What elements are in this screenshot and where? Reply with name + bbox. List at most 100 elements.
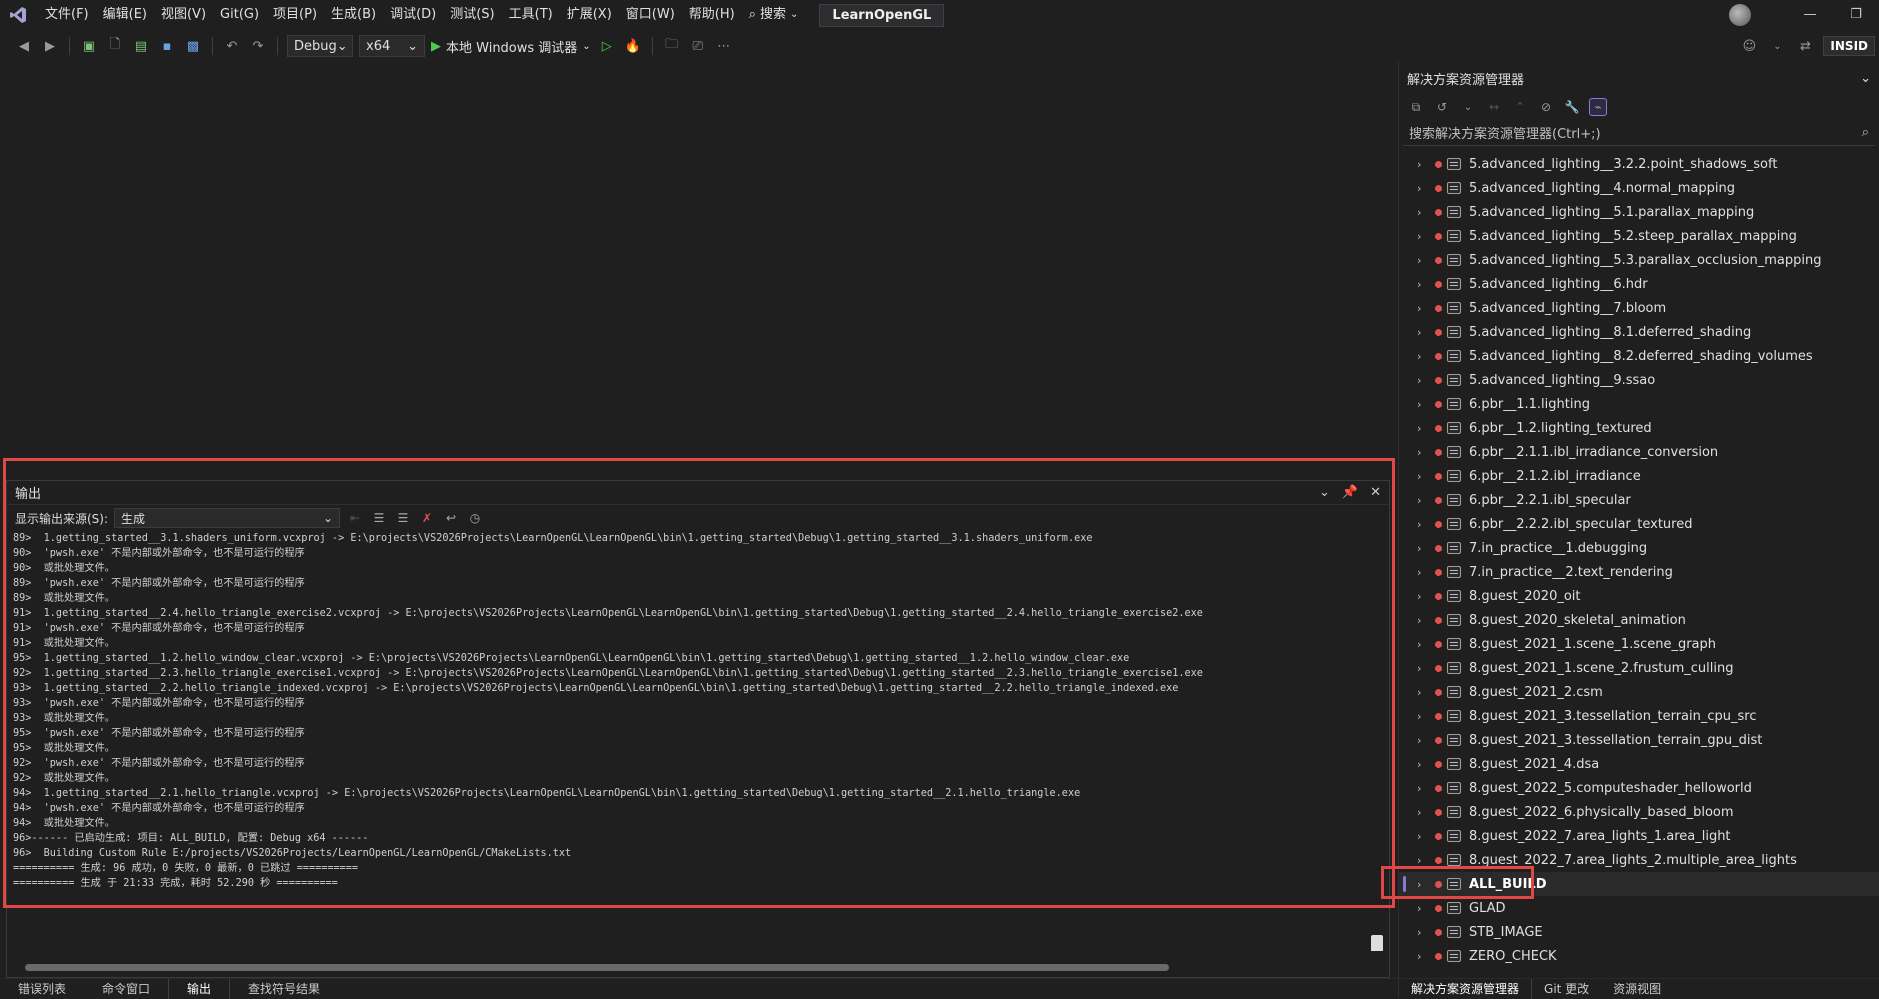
chevron-right-icon[interactable]: › (1417, 710, 1431, 723)
next-message-icon[interactable]: ☰ (394, 509, 412, 527)
menu-item[interactable]: 帮助(H) (682, 0, 742, 30)
vertical-scrollbar-thumb[interactable] (1371, 935, 1383, 951)
start-debugging-button[interactable]: ▶ 本地 Windows 调试器 ⌄ (431, 37, 591, 56)
find-in-files-icon[interactable]: 🗀 (662, 36, 682, 56)
live-share-icon[interactable]: ⇄ (1795, 36, 1815, 56)
chevron-right-icon[interactable]: › (1417, 158, 1431, 171)
solution-tree-item[interactable]: › 5.advanced_lighting__5.3.parallax_occlu… (1399, 248, 1879, 272)
device-icon[interactable]: ⎚ (688, 36, 708, 56)
solution-tree-item[interactable]: › 7.in_practice__2.text_rendering (1399, 560, 1879, 584)
menu-item[interactable]: 生成(B) (324, 0, 383, 30)
bottom-tab[interactable]: 输出 (168, 978, 231, 999)
solution-tree-item[interactable]: › 7.in_practice__1.debugging (1399, 536, 1879, 560)
solution-tree-item[interactable]: › 8.guest_2021_3.tessellation_terrain_cpu… (1399, 704, 1879, 728)
insiders-badge[interactable]: INSID (1823, 36, 1875, 56)
solution-tree-item[interactable]: › STB_IMAGE (1399, 920, 1879, 944)
chevron-right-icon[interactable]: › (1417, 374, 1431, 387)
menu-item[interactable]: 文件(F) (38, 0, 96, 30)
search-menu[interactable]: ⌕ 搜索 ⌄ (742, 0, 806, 30)
solution-tree-item[interactable]: › 8.guest_2021_3.tessellation_terrain_gpu… (1399, 728, 1879, 752)
chevron-right-icon[interactable]: › (1417, 806, 1431, 819)
chevron-right-icon[interactable]: › (1417, 734, 1431, 747)
solution-tree-item[interactable]: › 8.guest_2022_7.area_lights_1.area_light (1399, 824, 1879, 848)
chevron-right-icon[interactable]: › (1417, 422, 1431, 435)
solution-tree-item[interactable]: › 6.pbr__2.2.1.ibl_specular (1399, 488, 1879, 512)
chevron-right-icon[interactable]: › (1417, 350, 1431, 363)
chevron-right-icon[interactable]: › (1417, 830, 1431, 843)
solution-tree-item[interactable]: › 5.advanced_lighting__4.normal_mapping (1399, 176, 1879, 200)
menu-item[interactable]: Git(G) (213, 0, 266, 30)
chevron-down-icon[interactable]: ⌄ (1767, 36, 1787, 56)
menu-item[interactable]: 扩展(X) (560, 0, 619, 30)
pin-icon[interactable]: 📌 (1342, 485, 1358, 500)
solution-tree-item[interactable]: › 8.guest_2021_4.dsa (1399, 752, 1879, 776)
dropdown-icon[interactable]: ⌄ (1319, 485, 1330, 500)
solution-tree-item[interactable]: › 6.pbr__2.2.2.ibl_specular_textured (1399, 512, 1879, 536)
chevron-right-icon[interactable]: › (1417, 470, 1431, 483)
solution-search-input[interactable]: 搜索解决方案资源管理器(Ctrl+;) ⌕ (1403, 120, 1875, 146)
chevron-right-icon[interactable]: › (1417, 326, 1431, 339)
sync-view-icon[interactable]: ⧉ (1407, 98, 1425, 116)
solution-tree-item[interactable]: › 6.pbr__2.1.1.ibl_irradiance_conversion (1399, 440, 1879, 464)
chevron-right-icon[interactable]: › (1417, 254, 1431, 267)
find-message-icon[interactable]: ⇤ (346, 509, 364, 527)
preview-selected-icon[interactable]: ⌁ (1589, 98, 1607, 116)
bottom-tab[interactable]: 错误列表 (0, 979, 84, 999)
output-source-select[interactable]: 生成 ⌄ (114, 508, 341, 528)
chevron-down-icon[interactable]: ⌄ (1459, 98, 1477, 116)
close-icon[interactable]: ✕ (1370, 485, 1381, 500)
save-all-icon[interactable]: ▩ (183, 36, 203, 56)
solution-tree-item[interactable]: › 6.pbr__1.2.lighting_textured (1399, 416, 1879, 440)
chevron-right-icon[interactable]: › (1417, 638, 1431, 651)
timestamp-icon[interactable]: ◷ (466, 509, 484, 527)
chevron-down-icon[interactable]: ⌄ (1860, 71, 1871, 86)
chevron-right-icon[interactable]: › (1417, 902, 1431, 915)
solution-tree-item[interactable]: › 5.advanced_lighting__8.1.deferred_shadi… (1399, 320, 1879, 344)
chevron-right-icon[interactable]: › (1417, 854, 1431, 867)
chevron-right-icon[interactable]: › (1417, 686, 1431, 699)
solution-tree-item[interactable]: › 5.advanced_lighting__3.2.2.point_shadow… (1399, 152, 1879, 176)
chevron-right-icon[interactable]: › (1417, 206, 1431, 219)
forward-icon[interactable]: ▶ (40, 36, 60, 56)
menu-item[interactable]: 调试(D) (383, 0, 443, 30)
solution-tab[interactable]: Git 更改 (1532, 979, 1601, 999)
show-all-files-icon[interactable]: ⊘ (1537, 98, 1555, 116)
menu-item[interactable]: 工具(T) (502, 0, 560, 30)
minimize-icon[interactable]: — (1787, 0, 1833, 30)
redo-icon[interactable]: ↷ (248, 36, 268, 56)
switch-view-icon[interactable]: ↔ (1485, 98, 1503, 116)
chevron-right-icon[interactable]: › (1417, 494, 1431, 507)
configuration-select[interactable]: Debug ⌄ (287, 35, 353, 57)
chevron-right-icon[interactable]: › (1417, 926, 1431, 939)
solution-tab[interactable]: 解决方案资源管理器 (1399, 978, 1533, 999)
solution-tree-item[interactable]: › 8.guest_2020_oit (1399, 584, 1879, 608)
chevron-right-icon[interactable]: › (1417, 398, 1431, 411)
chevron-right-icon[interactable]: › (1417, 662, 1431, 675)
copilot-icon[interactable]: ☺ (1739, 36, 1759, 56)
history-icon[interactable]: ↺ (1433, 98, 1451, 116)
solution-tree-item[interactable]: › 5.advanced_lighting__9.ssao (1399, 368, 1879, 392)
solution-tree-item[interactable]: › ALL_BUILD (1399, 872, 1879, 896)
menu-item[interactable]: 视图(V) (154, 0, 213, 30)
chevron-right-icon[interactable]: › (1417, 518, 1431, 531)
solution-tree-item[interactable]: › 8.guest_2022_6.physically_based_bloom (1399, 800, 1879, 824)
open-folder-icon[interactable]: ▤ (131, 36, 151, 56)
word-wrap-icon[interactable]: ↩ (442, 509, 460, 527)
bottom-tab[interactable]: 查找符号结果 (230, 979, 338, 999)
solution-tree-item[interactable]: › 8.guest_2020_skeletal_animation (1399, 608, 1879, 632)
chevron-right-icon[interactable]: › (1417, 590, 1431, 603)
clear-all-icon[interactable]: ✗ (418, 509, 436, 527)
restore-icon[interactable]: ❐ (1833, 0, 1879, 30)
solution-tree-item[interactable]: › 6.pbr__2.1.2.ibl_irradiance (1399, 464, 1879, 488)
solution-tree-item[interactable]: › 5.advanced_lighting__5.1.parallax_mappi… (1399, 200, 1879, 224)
chevron-right-icon[interactable]: › (1417, 614, 1431, 627)
chevron-right-icon[interactable]: › (1417, 182, 1431, 195)
solution-tree-item[interactable]: › GLAD (1399, 896, 1879, 920)
menu-item[interactable]: 项目(P) (266, 0, 324, 30)
save-icon[interactable]: ▪ (157, 36, 177, 56)
chevron-right-icon[interactable]: › (1417, 542, 1431, 555)
solution-tree-item[interactable]: › 8.guest_2021_2.csm (1399, 680, 1879, 704)
collapse-all-icon[interactable]: ⌃ (1511, 98, 1529, 116)
undo-icon[interactable]: ↶ (222, 36, 242, 56)
solution-tree-item[interactable]: › 6.pbr__1.1.lighting (1399, 392, 1879, 416)
